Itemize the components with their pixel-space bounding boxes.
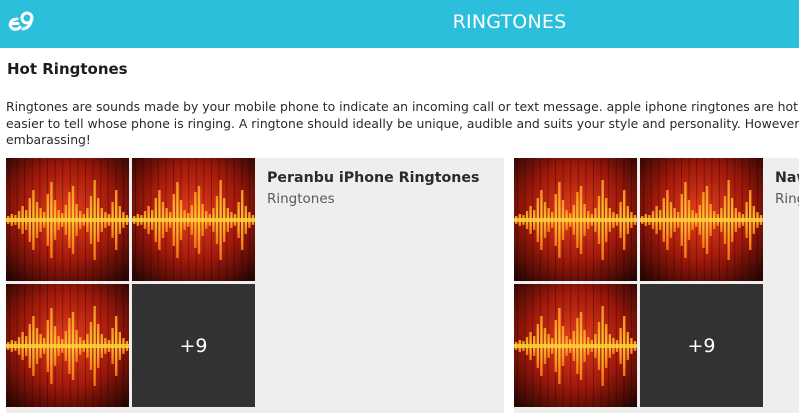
description-line: easier to tell whose phone is ringing. A…: [6, 115, 799, 131]
waveform-thumbnail[interactable]: [640, 158, 763, 281]
card-category: Ringtones: [267, 191, 335, 207]
ringtone-card[interactable]: +9 Peranbu iPhone Ringtones Ringtones: [6, 158, 504, 413]
page-title: RINGTONES: [452, 11, 567, 33]
section-description: Ringtones are sounds made by your mobile…: [6, 99, 799, 149]
ringtone-card[interactable]: +9 Naw Ring: [514, 158, 799, 413]
waveform-thumbnail[interactable]: [132, 158, 255, 281]
more-count-tile[interactable]: +9: [132, 284, 255, 407]
waveform-thumbnail[interactable]: [6, 158, 129, 281]
more-count-tile[interactable]: +9: [640, 284, 763, 407]
description-line: embarassing!: [6, 132, 91, 147]
waveform-thumbnail[interactable]: [6, 284, 129, 407]
card-title[interactable]: Peranbu iPhone Ringtones: [267, 170, 479, 186]
app-header: RINGTONES: [0, 0, 799, 48]
card-category: Ring: [775, 191, 799, 207]
waveform-thumbnail[interactable]: [514, 158, 637, 281]
section-title: Hot Ringtones: [7, 60, 128, 78]
description-line: Ringtones are sounds made by your mobile…: [6, 99, 799, 114]
card-title[interactable]: Naw: [775, 170, 799, 186]
waveform-thumbnail[interactable]: [514, 284, 637, 407]
